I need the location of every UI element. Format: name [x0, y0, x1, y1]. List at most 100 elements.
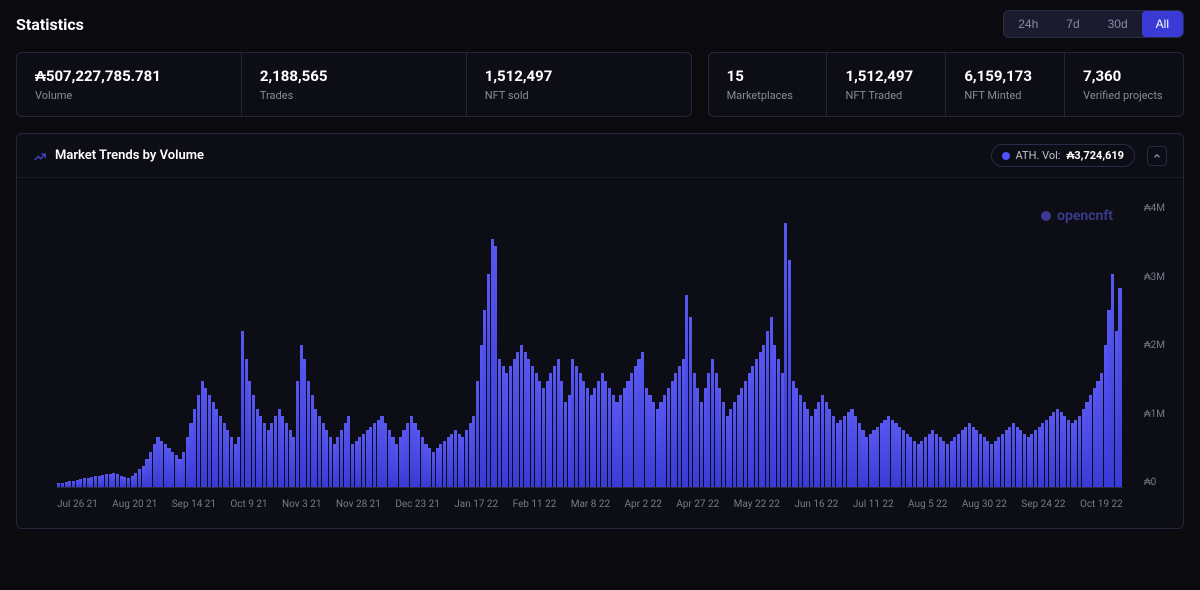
bar[interactable]: [149, 452, 152, 488]
bar[interactable]: [439, 444, 442, 487]
bar[interactable]: [1056, 409, 1059, 487]
bar[interactable]: [953, 437, 956, 487]
bar[interactable]: [270, 423, 273, 487]
bar[interactable]: [1071, 423, 1074, 487]
bar[interactable]: [494, 246, 497, 487]
bar[interactable]: [737, 395, 740, 487]
bar[interactable]: [447, 437, 450, 487]
bar[interactable]: [942, 441, 945, 487]
bar[interactable]: [351, 444, 354, 487]
bar[interactable]: [571, 359, 574, 487]
bar[interactable]: [505, 373, 508, 487]
bar[interactable]: [142, 466, 145, 487]
bar[interactable]: [502, 366, 505, 487]
bar[interactable]: [469, 423, 472, 487]
bar[interactable]: [1060, 412, 1063, 487]
bar[interactable]: [145, 459, 148, 487]
bar[interactable]: [887, 416, 890, 487]
bar[interactable]: [259, 416, 262, 487]
bar[interactable]: [388, 430, 391, 487]
bar[interactable]: [975, 430, 978, 487]
bar[interactable]: [226, 430, 229, 487]
bar[interactable]: [340, 430, 343, 487]
bar[interactable]: [799, 395, 802, 487]
bar[interactable]: [105, 474, 108, 487]
bar[interactable]: [751, 366, 754, 487]
bar[interactable]: [292, 437, 295, 487]
bar[interactable]: [839, 420, 842, 487]
bar[interactable]: [939, 437, 942, 487]
bar[interactable]: [935, 434, 938, 487]
bar[interactable]: [314, 409, 317, 487]
bar[interactable]: [402, 430, 405, 487]
bar[interactable]: [1052, 412, 1055, 487]
bar[interactable]: [623, 388, 626, 487]
bar[interactable]: [711, 359, 714, 487]
bar[interactable]: [847, 412, 850, 487]
bar[interactable]: [476, 381, 479, 488]
bar[interactable]: [120, 476, 123, 487]
bar[interactable]: [1008, 427, 1011, 487]
bar[interactable]: [748, 373, 751, 487]
bar[interactable]: [619, 395, 622, 487]
bar[interactable]: [659, 402, 662, 487]
bar[interactable]: [156, 437, 159, 487]
bar[interactable]: [946, 444, 949, 487]
bar[interactable]: [524, 352, 527, 487]
bar[interactable]: [872, 430, 875, 487]
bar[interactable]: [347, 416, 350, 487]
bar[interactable]: [1034, 430, 1037, 487]
bar[interactable]: [762, 345, 765, 487]
bar[interactable]: [384, 423, 387, 487]
bar[interactable]: [1027, 437, 1030, 487]
bar[interactable]: [189, 423, 192, 487]
bar[interactable]: [781, 373, 784, 487]
bar[interactable]: [450, 434, 453, 487]
bar[interactable]: [682, 359, 685, 487]
bar[interactable]: [1111, 274, 1114, 487]
bar[interactable]: [615, 402, 618, 487]
bar[interactable]: [1085, 402, 1088, 487]
bar[interactable]: [90, 477, 93, 487]
bar[interactable]: [546, 381, 549, 488]
bar[interactable]: [252, 395, 255, 487]
bar[interactable]: [285, 423, 288, 487]
bar[interactable]: [1012, 423, 1015, 487]
bar[interactable]: [134, 473, 137, 487]
bar[interactable]: [920, 441, 923, 487]
bar[interactable]: [593, 388, 596, 487]
bar[interactable]: [303, 359, 306, 487]
bar[interactable]: [417, 430, 420, 487]
bar[interactable]: [123, 477, 126, 487]
bar[interactable]: [443, 441, 446, 487]
bar[interactable]: [604, 381, 607, 488]
bar[interactable]: [817, 402, 820, 487]
bar[interactable]: [377, 420, 380, 487]
bar[interactable]: [869, 434, 872, 487]
bar[interactable]: [344, 423, 347, 487]
bar[interactable]: [329, 437, 332, 487]
bar[interactable]: [553, 366, 556, 487]
bar[interactable]: [909, 437, 912, 487]
bar[interactable]: [858, 423, 861, 487]
bar[interactable]: [784, 223, 787, 487]
bar[interactable]: [83, 478, 86, 487]
bar[interactable]: [722, 402, 725, 487]
bar[interactable]: [263, 423, 266, 487]
bar[interactable]: [685, 295, 688, 487]
bar[interactable]: [894, 423, 897, 487]
bar[interactable]: [1049, 416, 1052, 487]
bar[interactable]: [810, 416, 813, 487]
bar[interactable]: [861, 430, 864, 487]
bar[interactable]: [1063, 416, 1066, 487]
bar[interactable]: [590, 395, 593, 487]
bar[interactable]: [234, 444, 237, 487]
bar[interactable]: [94, 476, 97, 487]
bar[interactable]: [564, 402, 567, 487]
bar[interactable]: [413, 423, 416, 487]
range-tab-30d[interactable]: 30d: [1094, 11, 1142, 37]
bar[interactable]: [399, 437, 402, 487]
bar[interactable]: [336, 437, 339, 487]
bar[interactable]: [726, 416, 729, 487]
bar[interactable]: [472, 416, 475, 487]
